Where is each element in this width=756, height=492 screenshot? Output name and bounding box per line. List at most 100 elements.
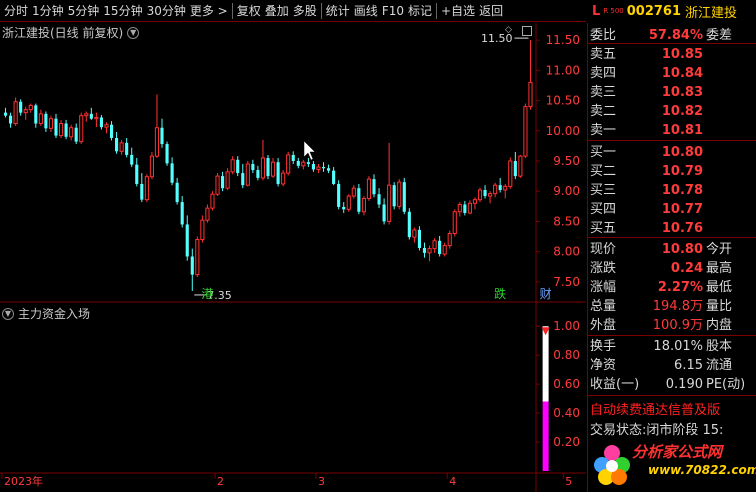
candle-body: [23, 109, 28, 114]
toolbar-item-6[interactable]: 复权: [235, 0, 263, 22]
toolbar-item-2[interactable]: 5分钟: [66, 0, 102, 22]
stock-name[interactable]: 浙江建投: [685, 2, 737, 21]
date-label: 2: [217, 475, 224, 488]
toolbar-item-10[interactable]: 画线: [352, 0, 380, 22]
candle: [503, 183, 508, 199]
quote-label: 买一: [590, 145, 617, 160]
event-marker: 财: [540, 287, 552, 301]
chevron-down-icon[interactable]: ▼: [127, 26, 140, 39]
quote-row: 涨跌 0.24 最高: [588, 259, 756, 278]
candle: [402, 177, 406, 215]
candle-body: [28, 104, 33, 111]
candle: [230, 156, 235, 175]
candle-body: [225, 171, 230, 189]
quote-row: 买三 10.78: [588, 181, 756, 200]
candle: [276, 157, 280, 187]
quote-row: 涨幅 2.27% 最低: [588, 278, 756, 297]
toolbar-item-8[interactable]: 多股: [291, 0, 319, 22]
candle: [447, 230, 452, 249]
candle: [160, 118, 164, 148]
candle-body: [503, 185, 508, 191]
quote-label-secondary: 最高: [706, 261, 733, 276]
candle: [316, 164, 321, 174]
indicator-tick-label: 0.80: [553, 348, 580, 362]
quote-label: 换手: [590, 339, 617, 354]
candle-body: [457, 204, 462, 213]
candle: [270, 157, 276, 178]
candle: [23, 106, 28, 120]
chevron-down-icon[interactable]: ▼: [2, 307, 14, 320]
toolbar-item-0[interactable]: 分时: [0, 0, 30, 22]
candle-body: [311, 164, 315, 170]
price-tick-label: 11.50: [546, 33, 580, 47]
candle-body: [54, 118, 58, 136]
toolbar-item-9[interactable]: 统计: [324, 0, 352, 22]
candle-body: [135, 164, 139, 184]
price-tick-label: 8.00: [553, 245, 580, 259]
candle-body: [472, 199, 478, 204]
toolbar-item-3[interactable]: 15分钟: [101, 0, 144, 22]
toolbar-item-12[interactable]: 标记: [406, 0, 434, 22]
quote-row: 总量 194.8万 量比: [588, 297, 756, 316]
quote-value: 2.27%: [657, 280, 703, 295]
auto-renew-notice[interactable]: 自动续费通达信普及版: [590, 399, 720, 418]
candle-body: [58, 123, 64, 137]
candle-body: [115, 138, 119, 152]
candle-body: [104, 124, 109, 128]
toolbar-item-4[interactable]: 30分钟: [145, 0, 188, 22]
candle-body: [130, 154, 134, 165]
candle: [44, 111, 48, 132]
candle: [154, 94, 160, 158]
quote-row: 买五 10.76: [588, 219, 756, 238]
toolbar-item-7[interactable]: 叠加: [263, 0, 291, 22]
quote-row: 买四 10.77: [588, 200, 756, 219]
candle: [215, 173, 220, 197]
candle-body: [13, 101, 18, 125]
quote-value: 10.85: [661, 47, 703, 62]
candle: [3, 107, 8, 118]
candle: [115, 131, 119, 154]
candle: [493, 182, 498, 198]
quote-label: 卖四: [590, 66, 617, 81]
candle: [119, 139, 124, 155]
indicator-title-text: 主力资金入场: [18, 307, 91, 321]
candle-body: [245, 163, 250, 186]
logo-url-text: www.70822.com: [648, 463, 756, 477]
main-chart-title-text: 浙江建投(日线 前复权): [2, 26, 124, 40]
candle: [245, 160, 250, 187]
toolbar-item-14[interactable]: 返回: [477, 0, 505, 22]
window-toggle-icon[interactable]: [522, 26, 532, 36]
quote-panel: 委比 57.84% 委差 卖五 10.85 卖四 10.84 卖三 10.83 卖二 10.82 卖一…: [587, 23, 756, 492]
candle-body: [402, 182, 406, 212]
indicator-title[interactable]: ▼ 主力资金入场: [2, 305, 90, 322]
candle: [518, 154, 523, 178]
quote-label: 卖二: [590, 104, 617, 119]
candle: [477, 187, 483, 203]
candle: [74, 123, 78, 145]
candle: [463, 200, 467, 216]
diamond-icon[interactable]: ◇: [505, 25, 512, 35]
candle: [64, 119, 68, 140]
toolbar-item-1[interactable]: 1分钟: [30, 0, 66, 22]
candle: [427, 245, 432, 262]
main-chart-title[interactable]: 浙江建投(日线 前复权) ▼: [2, 24, 140, 41]
candle: [281, 170, 286, 187]
candle-body: [361, 197, 366, 213]
toolbar-item-5[interactable]: 更多 >: [188, 0, 230, 22]
candle-body: [160, 127, 164, 145]
chart-area[interactable]: 11.50 11.00 10.50 10.00 9.50 9.00 8.50 8.00 7.50…: [0, 23, 586, 492]
candle: [9, 112, 13, 128]
candle: [135, 157, 139, 187]
toolbar-item-11[interactable]: F10: [380, 0, 406, 22]
candle-body: [342, 206, 346, 210]
quote-divider: [588, 43, 756, 44]
price-tick-label: 9.00: [553, 184, 580, 198]
kline-chart[interactable]: 11.50 11.00 10.50 10.00 9.50 9.00 8.50 8.00 7.50…: [0, 23, 586, 492]
price-tick-label: 11.00: [546, 63, 580, 77]
candle-body: [477, 189, 483, 201]
toolbar-item-13[interactable]: +自选: [439, 0, 477, 22]
candle: [296, 157, 300, 169]
candle: [84, 111, 89, 122]
stock-code[interactable]: 002761: [627, 4, 681, 19]
quote-divider: [588, 395, 756, 396]
